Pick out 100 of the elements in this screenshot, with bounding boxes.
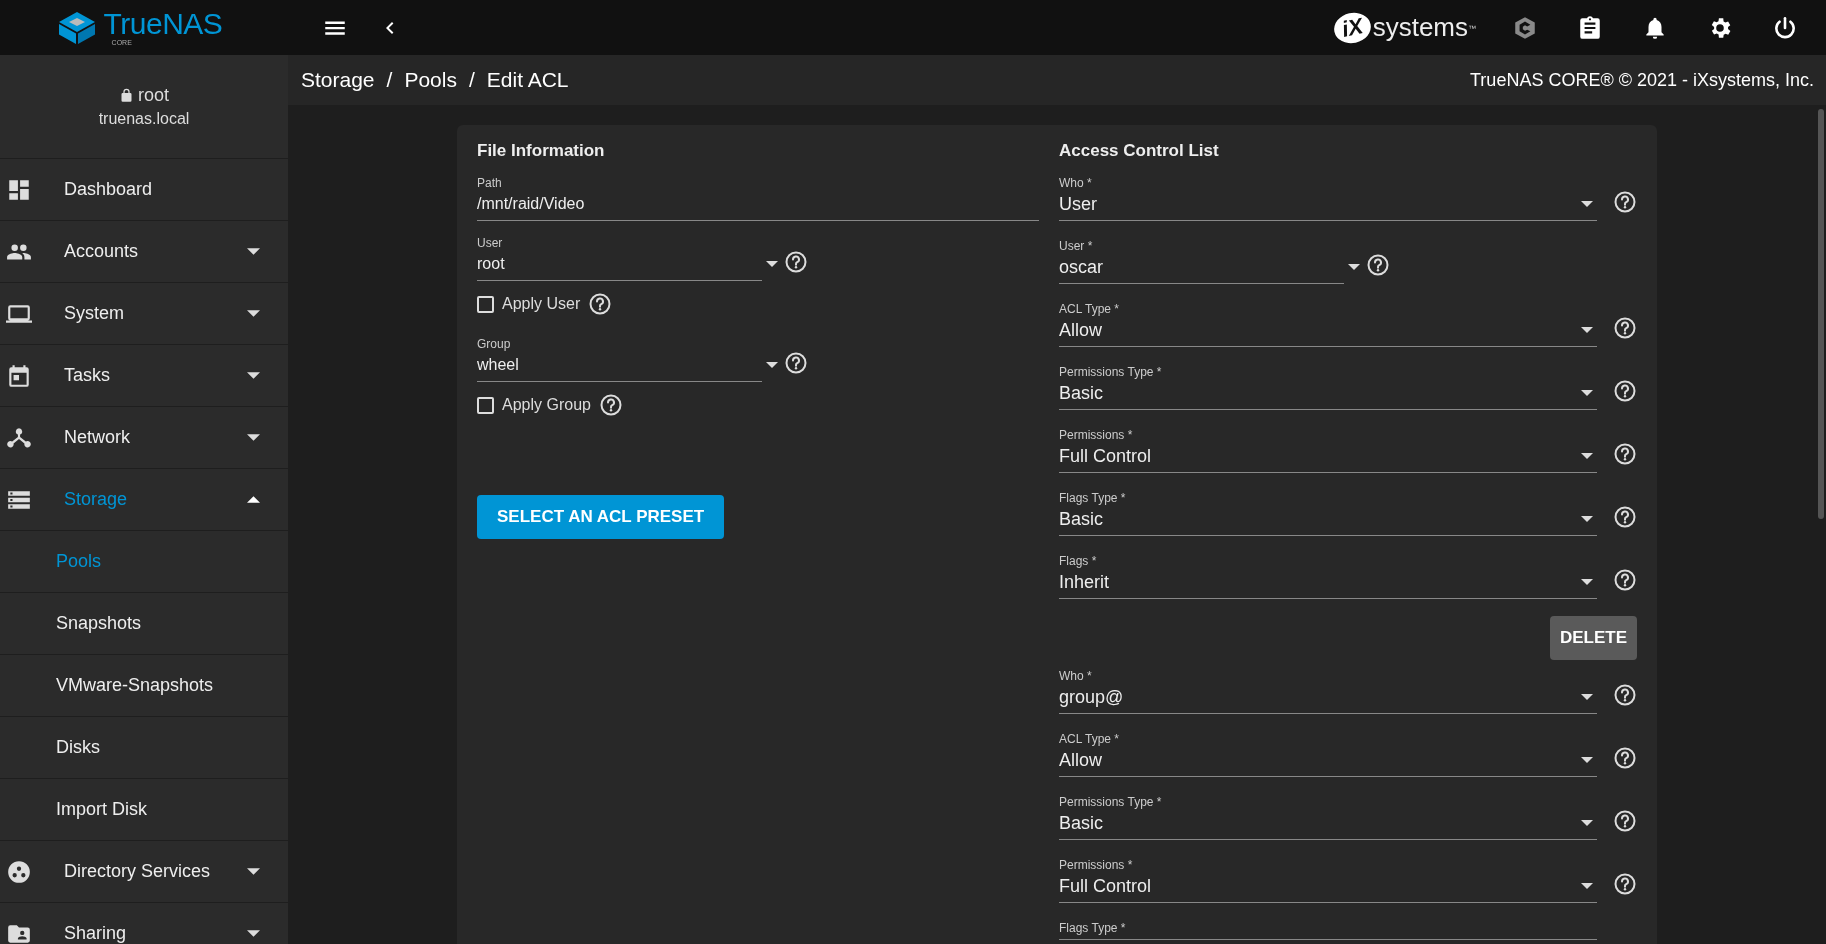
dropdown-caret-icon xyxy=(766,261,778,267)
help-icon[interactable] xyxy=(1613,316,1637,340)
path-field[interactable]: Path /mnt/raid/Video xyxy=(477,175,1039,221)
username: root xyxy=(138,85,169,106)
nav-item[interactable]: Sharing xyxy=(0,903,288,944)
select-field[interactable]: Flags Type * Basic xyxy=(1059,490,1597,536)
nav-item[interactable]: Dashboard xyxy=(0,159,288,221)
help-icon[interactable] xyxy=(1613,379,1637,403)
select-field[interactable]: Group wheel xyxy=(477,336,762,382)
help-icon[interactable] xyxy=(1613,568,1637,592)
help-icon[interactable] xyxy=(588,292,613,316)
lock-icon xyxy=(119,88,134,103)
nav-item[interactable]: Network xyxy=(0,407,288,469)
field-label: Permissions Type * xyxy=(1059,794,1162,810)
scrollbar[interactable] xyxy=(1818,109,1824,519)
field-value: Inherit xyxy=(1059,571,1110,594)
breadcrumb-separator: / xyxy=(468,68,475,92)
caret-up-icon xyxy=(247,496,260,503)
nav-item[interactable]: Tasks xyxy=(0,345,288,407)
select-field[interactable]: Permissions * Full Control xyxy=(1059,857,1597,903)
help-icon[interactable] xyxy=(784,250,808,274)
field-value: root xyxy=(477,254,505,274)
select-field[interactable]: Permissions Type * Basic xyxy=(1059,794,1597,840)
checkbox[interactable] xyxy=(477,295,494,313)
nav-subitem[interactable]: Disks xyxy=(0,717,288,779)
select-field[interactable]: Flags * Inherit xyxy=(1059,553,1597,599)
select-field[interactable]: Permissions Type * Basic xyxy=(1059,364,1597,410)
dropdown-caret-icon xyxy=(1581,201,1593,207)
field-value: Allow xyxy=(1059,749,1102,772)
help-icon[interactable] xyxy=(1366,253,1390,277)
help-icon[interactable] xyxy=(598,393,623,417)
nav-subitem[interactable]: VMware-Snapshots xyxy=(0,655,288,717)
help-icon[interactable] xyxy=(1613,190,1637,214)
nav-item[interactable]: Directory Services xyxy=(0,841,288,903)
section-title: Access Control List xyxy=(1059,141,1220,161)
checkbox-label: Apply User xyxy=(502,295,581,313)
checkbox[interactable] xyxy=(477,396,494,414)
caret-down-icon xyxy=(247,248,260,255)
dropdown-caret-icon xyxy=(1581,757,1593,763)
field-value: Basic xyxy=(1059,382,1103,405)
help-icon[interactable] xyxy=(1613,442,1637,466)
field-label: User xyxy=(477,235,503,251)
nav-subitem[interactable]: Pools xyxy=(0,531,288,593)
dropdown-caret-icon xyxy=(1581,516,1593,522)
clipboard-icon[interactable] xyxy=(1577,14,1603,41)
caret-down-icon xyxy=(247,434,260,441)
select-field[interactable]: ACL Type * Allow xyxy=(1059,731,1597,777)
nav-subitem[interactable]: Import Disk xyxy=(0,779,288,841)
section-title: File Information xyxy=(477,141,606,161)
field-value: Full Control xyxy=(1059,875,1152,898)
caret-down-icon xyxy=(247,868,260,875)
delete-button[interactable]: DELETE xyxy=(1549,616,1637,660)
nav-item[interactable]: System xyxy=(0,283,288,345)
dropdown-caret-icon xyxy=(1348,264,1360,270)
field-label: Permissions * xyxy=(1059,427,1133,443)
select-field[interactable]: User * oscar xyxy=(1059,238,1344,284)
field-value: Basic xyxy=(1059,508,1103,531)
field-label: Permissions * xyxy=(1059,857,1133,873)
help-icon[interactable] xyxy=(1613,683,1637,707)
field-value: group@ xyxy=(1059,686,1124,709)
select-field[interactable]: ACL Type * Allow xyxy=(1059,301,1597,347)
dropdown-caret-icon xyxy=(1581,820,1593,826)
nav-item[interactable]: Accounts xyxy=(0,221,288,283)
field-label: ACL Type * xyxy=(1059,731,1120,747)
field-label: Flags Type * xyxy=(1059,920,1126,936)
field-label: Flags * xyxy=(1059,553,1097,569)
field-label: Who * xyxy=(1059,668,1092,684)
field-value: Basic xyxy=(1059,812,1103,835)
dropdown-caret-icon xyxy=(766,362,778,368)
logo-text: TrueNAS xyxy=(103,9,223,39)
help-icon[interactable] xyxy=(1613,872,1637,896)
hostname: truenas.local xyxy=(98,110,190,128)
copyright-text: TrueNAS CORE® © 2021 - iXsystems, Inc. xyxy=(1470,69,1814,91)
help-icon[interactable] xyxy=(1613,809,1637,833)
help-icon[interactable] xyxy=(1613,505,1637,529)
help-icon[interactable] xyxy=(1613,746,1637,770)
field-label: Path xyxy=(477,175,502,191)
select-field[interactable]: Who * group@ xyxy=(1059,668,1597,714)
power-icon[interactable] xyxy=(1772,14,1798,41)
trademark-mark: ™ xyxy=(1468,24,1476,33)
field-label: Permissions Type * xyxy=(1059,364,1162,380)
dropdown-caret-icon xyxy=(1581,390,1593,396)
field-value: User xyxy=(1059,193,1097,216)
dropdown-caret-icon xyxy=(1581,453,1593,459)
nav-subitem[interactable]: Snapshots xyxy=(0,593,288,655)
select-field[interactable]: Who * User xyxy=(1059,175,1597,221)
breadcrumb-link[interactable]: Pools xyxy=(404,68,457,92)
breadcrumb-link[interactable]: Storage xyxy=(301,68,375,92)
select-field[interactable]: Permissions * Full Control xyxy=(1059,427,1597,473)
field-label: ACL Type * xyxy=(1059,301,1120,317)
dropdown-caret-icon xyxy=(1581,579,1593,585)
calendar-icon xyxy=(6,362,32,389)
help-icon[interactable] xyxy=(784,351,808,375)
caret-down-icon xyxy=(247,372,260,379)
field-value: wheel xyxy=(477,355,519,375)
dropdown-caret-icon xyxy=(1581,327,1593,333)
select-field[interactable]: User root xyxy=(477,235,762,281)
field-label: Who * xyxy=(1059,175,1092,191)
field-label: Group xyxy=(477,336,511,352)
nav-item[interactable]: Storage xyxy=(0,469,288,531)
